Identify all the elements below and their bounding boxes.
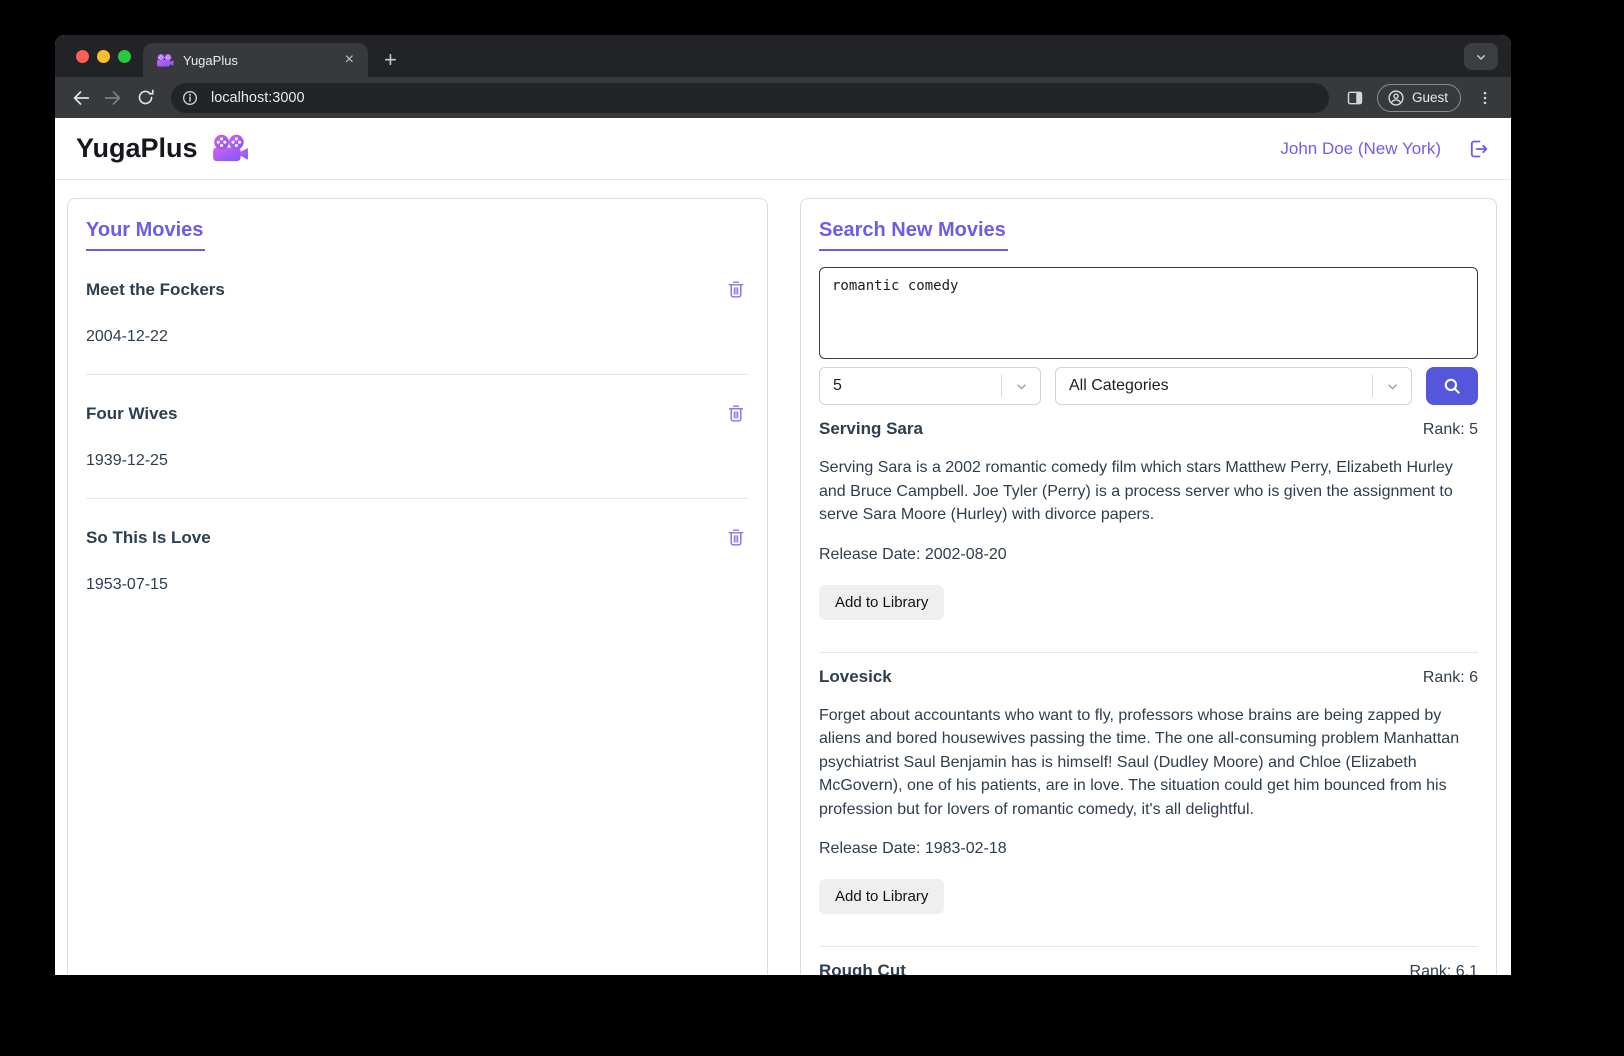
logout-button[interactable] [1466, 137, 1490, 161]
forward-arrow-icon [104, 90, 121, 105]
your-movies-heading: Your Movies [86, 219, 206, 251]
chevron-down-icon [1387, 383, 1397, 389]
guest-label: Guest [1411, 90, 1448, 105]
add-to-library-button[interactable]: Add to Library [819, 584, 945, 620]
tab-search-chevron-button[interactable] [1464, 43, 1498, 70]
minimize-window-button[interactable] [97, 49, 110, 63]
your-movies-panel: Your Movies Meet the Fockers 2004-12-22 … [67, 198, 768, 975]
browser-menu-button[interactable] [1469, 82, 1501, 114]
category-value: All Categories [1069, 377, 1169, 394]
result-rank: Rank: 6 [1422, 668, 1478, 686]
close-tab-icon[interactable]: × [341, 50, 358, 70]
info-icon [183, 90, 197, 105]
maximize-window-button[interactable] [118, 49, 131, 63]
delete-movie-button[interactable] [723, 525, 749, 551]
movie-title: Meet the Fockers [86, 280, 225, 299]
result-title: Serving Sara [819, 419, 923, 438]
user-name: John Doe (New York) [1280, 138, 1441, 158]
trash-icon [728, 281, 744, 298]
app-title: YugaPlus [76, 133, 198, 163]
reload-icon [138, 89, 154, 105]
result-rank: Rank: 6.1 [1409, 963, 1478, 975]
delete-movie-button[interactable] [723, 401, 749, 427]
back-arrow-icon [73, 90, 90, 105]
search-result-item: Serving Sara Rank: 5 Serving Sara is a 2… [819, 405, 1478, 652]
search-panel: Search New Movies romantic comedy 5 All … [800, 198, 1497, 975]
browser-toolbar: localhost:3000 Guest [55, 77, 1511, 118]
url-text: localhost:3000 [211, 89, 305, 106]
movie-release-date: 1939-12-25 [86, 452, 168, 469]
side-panel-icon [1347, 91, 1363, 104]
trash-icon [728, 405, 744, 422]
chevron-down-icon [1477, 54, 1485, 60]
search-button[interactable] [1426, 367, 1478, 405]
search-icon [1444, 378, 1460, 394]
site-info-button[interactable] [177, 85, 203, 111]
app-main: Your Movies Meet the Fockers 2004-12-22 … [55, 180, 1511, 975]
tab-favicon-movie-camera-icon [156, 53, 174, 68]
side-panel-button[interactable] [1339, 82, 1371, 114]
search-results: Serving Sara Rank: 5 Serving Sara is a 2… [819, 405, 1478, 975]
tab-yugaplus[interactable]: YugaPlus × [143, 43, 368, 77]
profile-button[interactable]: Guest [1376, 83, 1461, 112]
result-description: Serving Sara is a 2002 romantic comedy f… [819, 459, 1453, 523]
movie-release-date: 1953-07-15 [86, 576, 168, 593]
traffic-lights [55, 35, 143, 77]
library-movie-item: Four Wives 1939-12-25 [86, 375, 749, 499]
browser-window: YugaPlus × + localhost:3000 Guest YugaPl… [55, 35, 1511, 975]
movie-camera-logo-icon [211, 133, 249, 164]
library-movie-item: So This Is Love 1953-07-15 [86, 499, 749, 622]
result-title: Rough Cut [819, 961, 906, 975]
result-description: Forget about accountants who want to fly… [819, 706, 1460, 818]
trash-icon [728, 529, 744, 546]
result-release-date: Release Date: 2002-08-20 [819, 545, 1007, 563]
back-button[interactable] [65, 82, 97, 114]
forward-button[interactable] [97, 82, 129, 114]
address-bar[interactable]: localhost:3000 [171, 82, 1329, 113]
movie-release-date: 2004-12-22 [86, 328, 168, 345]
kebab-menu-icon [1483, 91, 1487, 104]
result-title: Lovesick [819, 666, 892, 686]
delete-movie-button[interactable] [723, 277, 749, 303]
chevron-down-icon [1016, 383, 1026, 389]
search-result-item: Rough Cut Rank: 6.1 [819, 946, 1478, 975]
search-query-input[interactable]: romantic comedy [819, 267, 1478, 359]
result-release-date: Release Date: 1983-02-18 [819, 840, 1007, 857]
movie-title: So This Is Love [86, 528, 211, 547]
tab-strip: YugaPlus × + [55, 35, 1511, 77]
tab-title: YugaPlus [183, 52, 238, 68]
result-limit-select[interactable]: 5 [819, 367, 1041, 405]
reload-button[interactable] [129, 82, 161, 114]
movie-title: Four Wives [86, 404, 178, 423]
category-select[interactable]: All Categories [1055, 367, 1412, 405]
result-limit-value: 5 [833, 377, 842, 394]
close-window-button[interactable] [76, 49, 89, 63]
new-tab-button[interactable]: + [384, 49, 397, 71]
result-rank: Rank: 5 [1422, 421, 1478, 438]
search-heading: Search New Movies [819, 219, 1008, 251]
app-header: YugaPlus John Doe (New York) [55, 118, 1511, 180]
add-to-library-button[interactable]: Add to Library [819, 879, 945, 914]
guest-avatar-icon [1388, 89, 1404, 106]
library-movie-item: Meet the Fockers 2004-12-22 [86, 251, 749, 375]
search-result-item: Lovesick Rank: 6 Forget about accountant… [819, 651, 1478, 947]
logout-icon [1470, 140, 1488, 157]
search-controls: 5 All Categories [819, 367, 1478, 405]
